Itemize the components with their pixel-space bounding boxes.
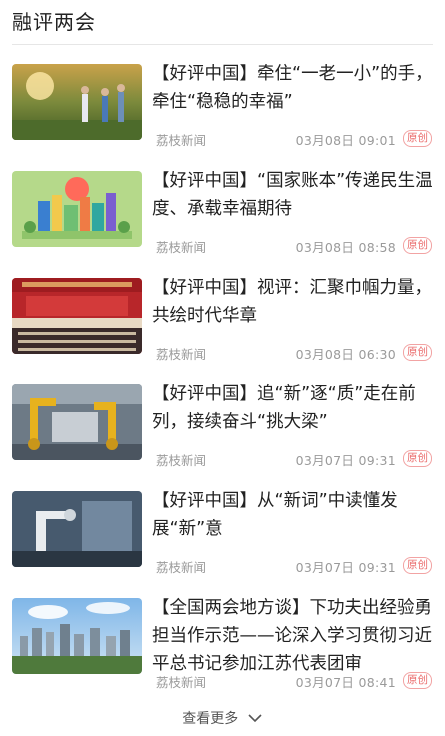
- headline[interactable]: 【好评中国】“国家账本”传递民生温度、承载幸福期待: [152, 167, 436, 223]
- source: 荔枝新闻: [156, 347, 207, 362]
- news-item[interactable]: 【好评中国】“国家账本”传递民生温度、承载幸福期待 荔枝新闻 03月08日 08…: [0, 171, 445, 271]
- view-more-label: 查看更多: [182, 711, 239, 727]
- original-badge: 原创: [403, 130, 432, 147]
- timestamp: 03月07日 09:31: [295, 560, 396, 575]
- thumb-factory-robots[interactable]: [12, 384, 142, 460]
- meta-row: 荔枝新闻 03月08日 08:58 原创: [152, 237, 432, 255]
- divider: [12, 44, 433, 45]
- timestamp: 03月07日 08:41: [295, 675, 396, 690]
- timestamp: 03月08日 06:30: [295, 347, 396, 362]
- news-item[interactable]: 【全国两会地方谈】下功夫出经验勇担当作示范——论深入学习贯彻习近平总书记参加江苏…: [0, 598, 445, 698]
- headline[interactable]: 【全国两会地方谈】下功夫出经验勇担当作示范——论深入学习贯彻习近平总书记参加江苏…: [152, 594, 436, 678]
- meta-row: 荔枝新闻 03月07日 09:31 原创: [152, 450, 432, 468]
- original-badge: 原创: [403, 344, 432, 361]
- meta-row: 荔枝新闻 03月08日 06:30 原创: [152, 344, 432, 362]
- source: 荔枝新闻: [156, 133, 207, 148]
- thumb-conference-hall[interactable]: [12, 278, 142, 354]
- original-badge: 原创: [403, 557, 432, 574]
- meta-row: 荔枝新闻 03月08日 09:01 原创: [152, 130, 432, 148]
- source: 荔枝新闻: [156, 453, 207, 468]
- original-badge: 原创: [403, 450, 432, 467]
- thumb-elderly-exercise[interactable]: [12, 64, 142, 140]
- news-item[interactable]: 【好评中国】从“新词”中读懂发展“新”意 荔枝新闻 03月07日 09:31 原…: [0, 491, 445, 591]
- headline[interactable]: 【好评中国】牵住“一老一小”的手，牵住“稳稳的幸福”: [152, 60, 436, 116]
- thumb-lab-robot[interactable]: [12, 491, 142, 567]
- news-item[interactable]: 【好评中国】视评：汇聚巾帼力量，共绘时代华章 荔枝新闻 03月08日 06:30…: [0, 278, 445, 378]
- source: 荔枝新闻: [156, 675, 207, 690]
- thumb-city-skyline[interactable]: [12, 598, 142, 674]
- headline[interactable]: 【好评中国】追“新”逐“质”走在前列，接续奋斗“挑大梁”: [152, 380, 436, 436]
- timestamp: 03月07日 09:31: [295, 453, 396, 468]
- section-title: 融评两会: [12, 10, 96, 34]
- meta-row: 荔枝新闻 03月07日 08:41 原创: [152, 672, 432, 690]
- original-badge: 原创: [403, 237, 432, 254]
- original-badge: 原创: [403, 672, 432, 689]
- thumb-city-illustration[interactable]: [12, 171, 142, 247]
- chevron-down-icon: [247, 711, 263, 727]
- source: 荔枝新闻: [156, 240, 207, 255]
- news-item[interactable]: 【好评中国】牵住“一老一小”的手，牵住“稳稳的幸福” 荔枝新闻 03月08日 0…: [0, 64, 445, 164]
- timestamp: 03月08日 08:58: [295, 240, 396, 255]
- source: 荔枝新闻: [156, 560, 207, 575]
- news-item[interactable]: 【好评中国】追“新”逐“质”走在前列，接续奋斗“挑大梁” 荔枝新闻 03月07日…: [0, 384, 445, 484]
- view-more-button[interactable]: 查看更多: [0, 708, 445, 728]
- meta-row: 荔枝新闻 03月07日 09:31 原创: [152, 557, 432, 575]
- headline[interactable]: 【好评中国】视评：汇聚巾帼力量，共绘时代华章: [152, 274, 436, 330]
- timestamp: 03月08日 09:01: [295, 133, 396, 148]
- headline[interactable]: 【好评中国】从“新词”中读懂发展“新”意: [152, 487, 436, 543]
